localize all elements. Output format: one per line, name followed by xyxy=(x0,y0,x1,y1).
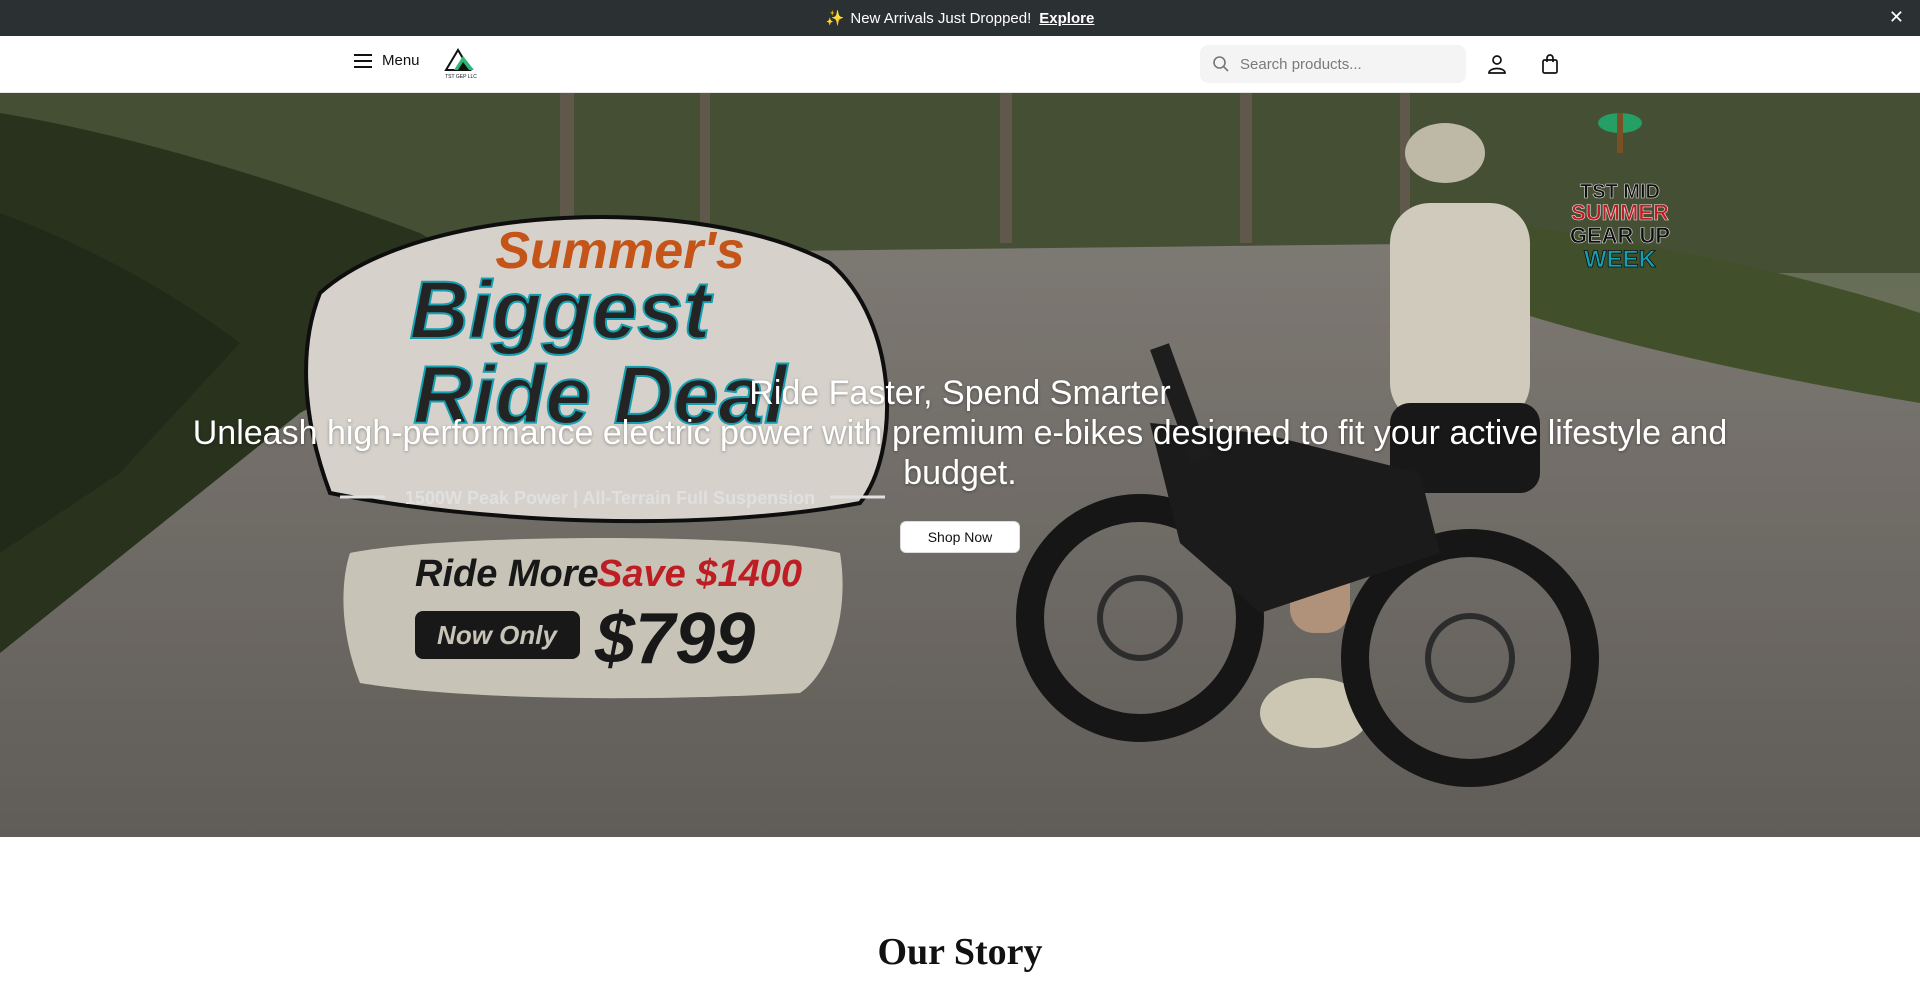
search-icon xyxy=(1213,56,1229,72)
hero-text: Ride Faster, Spend Smarter Unleash high-… xyxy=(0,373,1920,493)
our-story-title: Our Story xyxy=(877,931,1043,973)
site-header: Menu TST GEP LLC xyxy=(0,36,1920,93)
explore-link[interactable]: Explore xyxy=(1039,10,1094,27)
hero-subtitle: Unleash high-performance electric power … xyxy=(192,414,1728,492)
hero-title: Ride Faster, Spend Smarter xyxy=(749,374,1171,412)
announcement-text: New Arrivals Just Dropped! xyxy=(850,9,1032,27)
menu-label: Menu xyxy=(382,52,420,69)
menu-button[interactable]: Menu xyxy=(354,52,420,69)
shop-now-button[interactable]: Shop Now xyxy=(900,521,1020,553)
user-icon[interactable] xyxy=(1485,52,1509,76)
hero-banner: Summer's Biggest Ride Deal 1500W Peak Po… xyxy=(0,93,1920,837)
search-bar[interactable] xyxy=(1200,45,1466,83)
logo[interactable]: TST GEP LLC xyxy=(436,46,486,80)
search-input[interactable] xyxy=(1238,54,1462,74)
sparkle-icon: ✨ xyxy=(825,10,845,27)
logo-text: TST GEP LLC xyxy=(445,74,477,80)
announcement-bar: ✨ New Arrivals Just Dropped! Explore ✕ xyxy=(0,0,1920,36)
shopping-bag-icon[interactable] xyxy=(1538,52,1562,76)
hamburger-icon xyxy=(354,53,372,68)
close-icon[interactable]: ✕ xyxy=(1889,8,1904,26)
